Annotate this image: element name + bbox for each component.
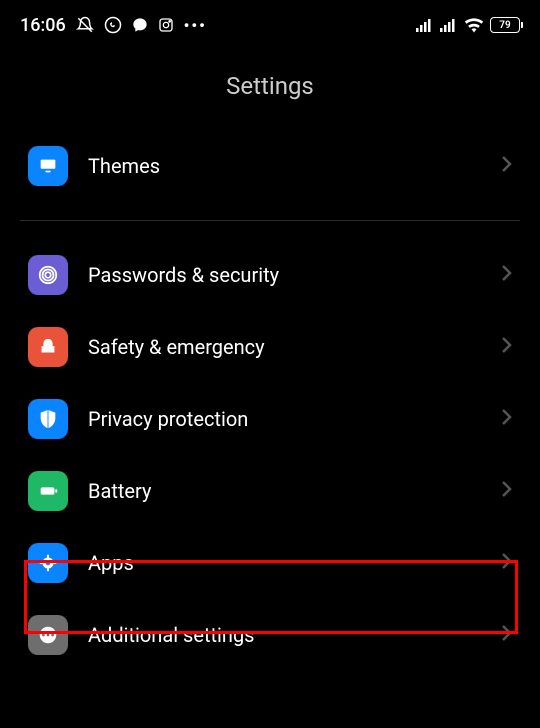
instagram-icon [158,17,174,33]
settings-item-battery[interactable]: Battery [20,455,520,527]
shield-icon [28,399,68,439]
status-left: 16:06 ••• [20,15,207,36]
wifi-icon [464,17,484,33]
signal-2-icon [440,18,458,32]
setting-label: Privacy protection [88,407,480,431]
chevron-right-icon [500,551,512,575]
chevron-right-icon [500,479,512,503]
chevron-right-icon [500,335,512,359]
settings-item-safety-emergency[interactable]: Safety & emergency [20,311,520,383]
fingerprint-icon [28,255,68,295]
setting-label: Battery [88,479,480,503]
themes-icon [28,146,68,186]
setting-label: Additional settings [88,623,480,647]
battery-icon [28,471,68,511]
chevron-right-icon [500,623,512,647]
status-right: 79 [416,17,520,33]
settings-item-apps[interactable]: Apps [20,527,520,599]
more-notifications-icon: ••• [184,16,207,35]
chevron-right-icon [500,154,512,178]
settings-item-themes[interactable]: Themes [20,130,520,202]
settings-item-passwords-security[interactable]: Passwords & security [20,239,520,311]
status-bar: 16:06 ••• [0,0,540,48]
apps-icon [28,543,68,583]
emergency-icon [28,327,68,367]
setting-label: Themes [88,154,480,178]
setting-label: Apps [88,551,480,575]
page-title: Settings [0,72,540,100]
settings-item-additional-settings[interactable]: Additional settings [20,599,520,671]
status-time: 16:06 [20,15,66,36]
section-divider [20,220,520,221]
battery-level: 79 [499,20,510,31]
battery-icon: 79 [490,17,520,33]
setting-label: Passwords & security [88,263,480,287]
setting-label: Safety & emergency [88,335,480,359]
settings-item-privacy-protection[interactable]: Privacy protection [20,383,520,455]
notification-silent-icon [76,16,94,34]
whatsapp-icon [104,16,122,34]
chevron-right-icon [500,263,512,287]
more-icon [28,615,68,655]
chevron-right-icon [500,407,512,431]
signal-1-icon [416,18,434,32]
chat-bubble-icon [132,17,148,33]
settings-list: Themes Passwords & security Safety & eme… [0,130,540,671]
